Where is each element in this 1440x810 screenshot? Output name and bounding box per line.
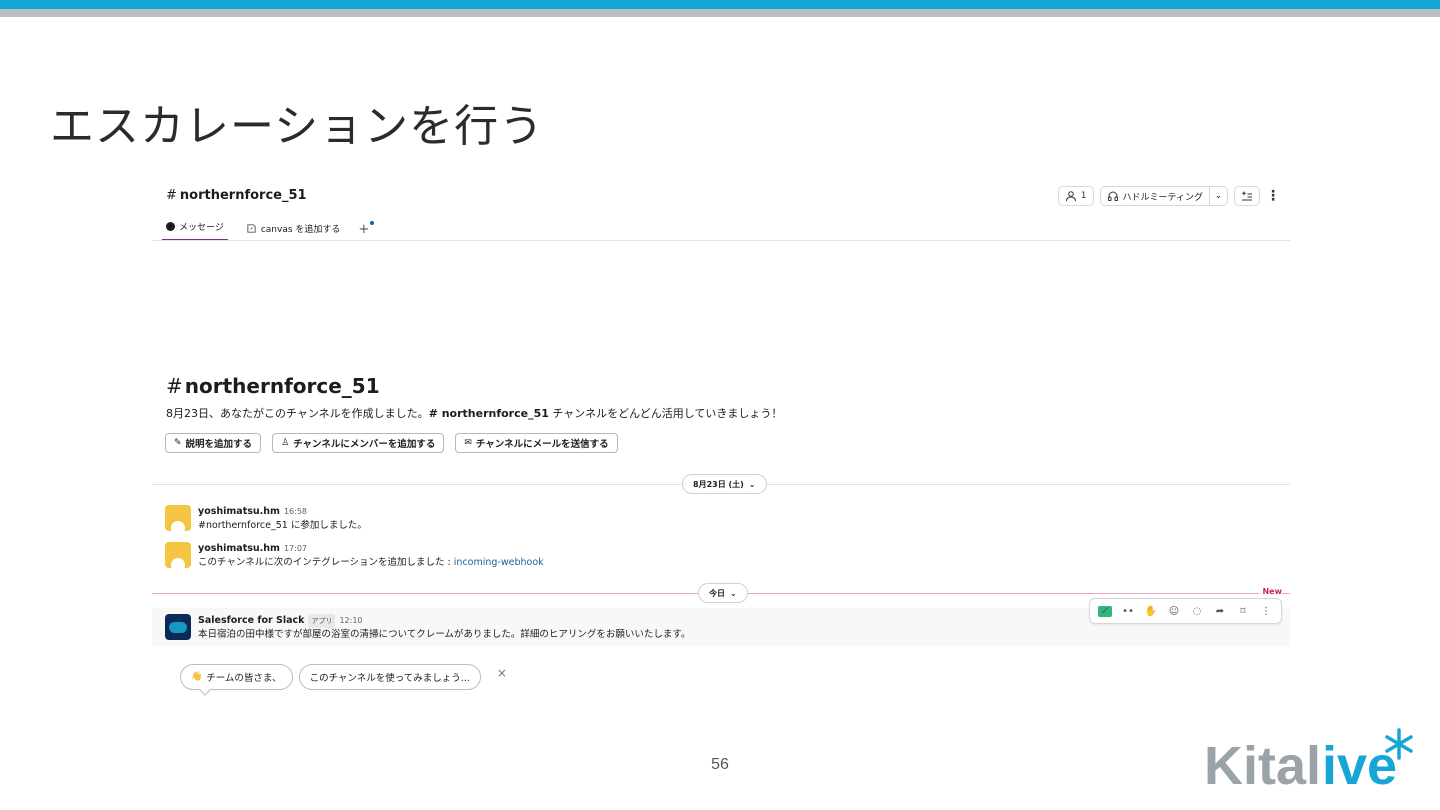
message-author[interactable]: Salesforce for Slack <box>198 615 304 626</box>
more-options-icon[interactable]: ⋮ <box>1266 186 1280 206</box>
pencil-icon: ✎ <box>174 438 182 448</box>
message-author[interactable]: yoshimatsu.hm <box>198 543 280 554</box>
bookmark-icon[interactable]: ⌑ <box>1236 606 1250 617</box>
member-count-button[interactable]: 1 <box>1057 186 1094 206</box>
integration-link[interactable]: incoming-webhook <box>454 557 544 568</box>
channel-ai-button[interactable] <box>1234 186 1260 206</box>
channel-tabs: メッセージ canvas を追加する + <box>162 216 375 241</box>
svg-text:Kital: Kital <box>1204 736 1321 792</box>
add-tab-button[interactable]: + <box>358 221 375 241</box>
huddle-button[interactable]: ハドルミーティング <box>1101 187 1209 205</box>
member-count: 1 <box>1080 191 1087 201</box>
clap-reaction-icon[interactable]: ✋ <box>1144 606 1158 617</box>
date-label-2: 今日 <box>709 588 725 598</box>
salesforce-avatar[interactable] <box>165 614 191 640</box>
channel-header-actions: 1 ハドルミーティング ⌄ ⋮ <box>1057 186 1280 206</box>
date-label-1: 8月23日 (土) <box>693 479 744 489</box>
intro-channel-title: # northernforce_51 <box>166 374 380 398</box>
suggestion-label: このチャンネルを使ってみましょう... <box>309 673 470 684</box>
suggestion-chip[interactable]: 👋 チームの皆さま、 <box>180 664 293 696</box>
reply-thread-icon[interactable]: ◌ <box>1190 606 1204 617</box>
intro-channel-name: northernforce_51 <box>184 374 380 398</box>
share-icon[interactable]: ➦ <box>1213 606 1227 617</box>
huddle-chevron-down-icon[interactable]: ⌄ <box>1209 187 1227 205</box>
add-description-label: 説明を追加する <box>185 439 253 450</box>
salesforce-message[interactable]: Salesforce for Slack アプリ 12:10 本日宿泊の田中様ですが… <box>165 614 690 642</box>
salesforce-cloud-icon <box>169 621 187 633</box>
intro-text-before: 8月23日、あなたがこのチャンネルを作成しました。 <box>166 407 429 420</box>
message-text: #northernforce_51 に参加しました。 <box>198 520 367 531</box>
message-time[interactable]: 17:07 <box>284 544 307 553</box>
top-gray-bar <box>0 9 1440 17</box>
notification-dot <box>370 221 375 225</box>
avatar-head-icon <box>171 521 185 531</box>
svg-text:ive: ive <box>1322 736 1397 792</box>
add-members-label: チャンネルにメンバーを追加する <box>293 439 436 450</box>
tabs-divider <box>152 240 1290 241</box>
huddle-control: ハドルミーティング ⌄ <box>1099 186 1228 206</box>
message-body: yoshimatsu.hm 17:07 このチャンネルに次のインテグレーションを追… <box>198 542 544 570</box>
tab-messages[interactable]: メッセージ <box>162 220 228 241</box>
app-badge: アプリ <box>308 614 336 628</box>
intro-description: 8月23日、あなたがこのチャンネルを作成しました。# northernforce… <box>166 405 782 421</box>
send-email-button[interactable]: ✉ チャンネルにメールを送信する <box>455 433 618 453</box>
tab-add-canvas-label: canvas を追加する <box>260 225 341 235</box>
slide-title: エスカレーションを行う <box>50 101 545 152</box>
message-item[interactable]: yoshimatsu.hm 16:58 #northernforce_51 に参加… <box>165 505 367 533</box>
avatar-head-icon <box>171 558 185 568</box>
send-email-label: チャンネルにメールを送信する <box>475 439 609 450</box>
channel-hash-icon: # <box>166 188 177 203</box>
message-author[interactable]: yoshimatsu.hm <box>198 506 280 517</box>
date-divider-pill-1[interactable]: 8月23日 (土) ⌄ <box>682 474 767 494</box>
more-actions-icon[interactable]: ⋮ <box>1259 606 1273 617</box>
message-item[interactable]: yoshimatsu.hm 17:07 このチャンネルに次のインテグレーションを追… <box>165 542 544 570</box>
page-number: 56 <box>711 756 729 773</box>
check-reaction-icon[interactable]: ✓ <box>1098 605 1112 617</box>
tab-add-canvas[interactable]: canvas を追加する <box>242 222 345 241</box>
suggestion-label: チームの皆さま、 <box>206 673 282 684</box>
mail-icon: ✉ <box>464 438 472 448</box>
person-icon <box>1065 191 1076 202</box>
eyes-reaction-icon[interactable]: •• <box>1121 606 1135 617</box>
message-hover-actions: ✓ •• ✋ ☺ ◌ ➦ ⌑ ⋮ <box>1089 598 1282 624</box>
chip-tail <box>199 684 211 696</box>
chevron-down-icon: ⌄ <box>748 479 756 489</box>
add-description-button[interactable]: ✎ 説明を追加する <box>165 433 262 453</box>
message-text-content: このチャンネルに次のインテグレーションを追加しました : <box>198 557 454 568</box>
message-dot-icon <box>166 222 175 231</box>
intro-hash-icon: # <box>166 374 183 398</box>
avatar[interactable] <box>165 505 191 531</box>
avatar[interactable] <box>165 542 191 568</box>
channel-header-name[interactable]: # northernforce_51 <box>166 188 307 203</box>
tab-messages-label: メッセージ <box>179 223 224 233</box>
message-time[interactable]: 16:58 <box>284 507 307 516</box>
headphones-icon <box>1107 191 1118 201</box>
suggestion-chip[interactable]: このチャンネルを使ってみましょう... <box>298 664 481 690</box>
person-add-icon: ♙ <box>281 438 290 448</box>
sparkle-list-icon <box>1241 191 1252 201</box>
chevron-down-icon: ⌄ <box>730 588 737 598</box>
message-body: yoshimatsu.hm 16:58 #northernforce_51 に参加… <box>198 505 367 533</box>
channel-name: northernforce_51 <box>179 188 307 203</box>
close-icon[interactable]: × <box>497 666 507 680</box>
plus-icon: + <box>358 222 370 237</box>
canvas-icon <box>247 224 256 233</box>
wave-icon: 👋 <box>191 672 203 682</box>
date-divider-pill-2[interactable]: 今日 ⌄ <box>698 583 748 603</box>
add-members-button[interactable]: ♙ チャンネルにメンバーを追加する <box>272 433 445 453</box>
huddle-label: ハドルミーティング <box>1122 192 1203 203</box>
intro-text-after: チャンネルをどんどん活用していきましょう！ <box>548 407 783 420</box>
message-text: このチャンネルに次のインテグレーションを追加しました : incoming-we… <box>198 556 544 570</box>
intro-actions: ✎ 説明を追加する ♙ チャンネルにメンバーを追加する ✉ チャンネルにメールを… <box>165 433 618 453</box>
add-reaction-icon[interactable]: ☺ <box>1167 606 1181 617</box>
new-messages-label: New <box>1259 587 1282 596</box>
message-body: Salesforce for Slack アプリ 12:10 本日宿泊の田中様ですが… <box>198 614 690 642</box>
kitalive-logo: Kital ive <box>1204 728 1413 792</box>
intro-channel-link[interactable]: # northernforce_51 <box>429 407 549 420</box>
message-suggestions: 👋 チームの皆さま、 このチャンネルを使ってみましょう... × <box>180 664 507 696</box>
message-time[interactable]: 12:10 <box>339 616 362 625</box>
top-accent-bar <box>0 0 1440 9</box>
message-text: 本日宿泊の田中様ですが部屋の浴室の清掃についてクレームがありました。詳細のヒアリ… <box>198 629 691 640</box>
slack-screenshot: # northernforce_51 1 ハドルミーティング ⌄ ⋮ メッセージ … <box>152 180 1290 710</box>
